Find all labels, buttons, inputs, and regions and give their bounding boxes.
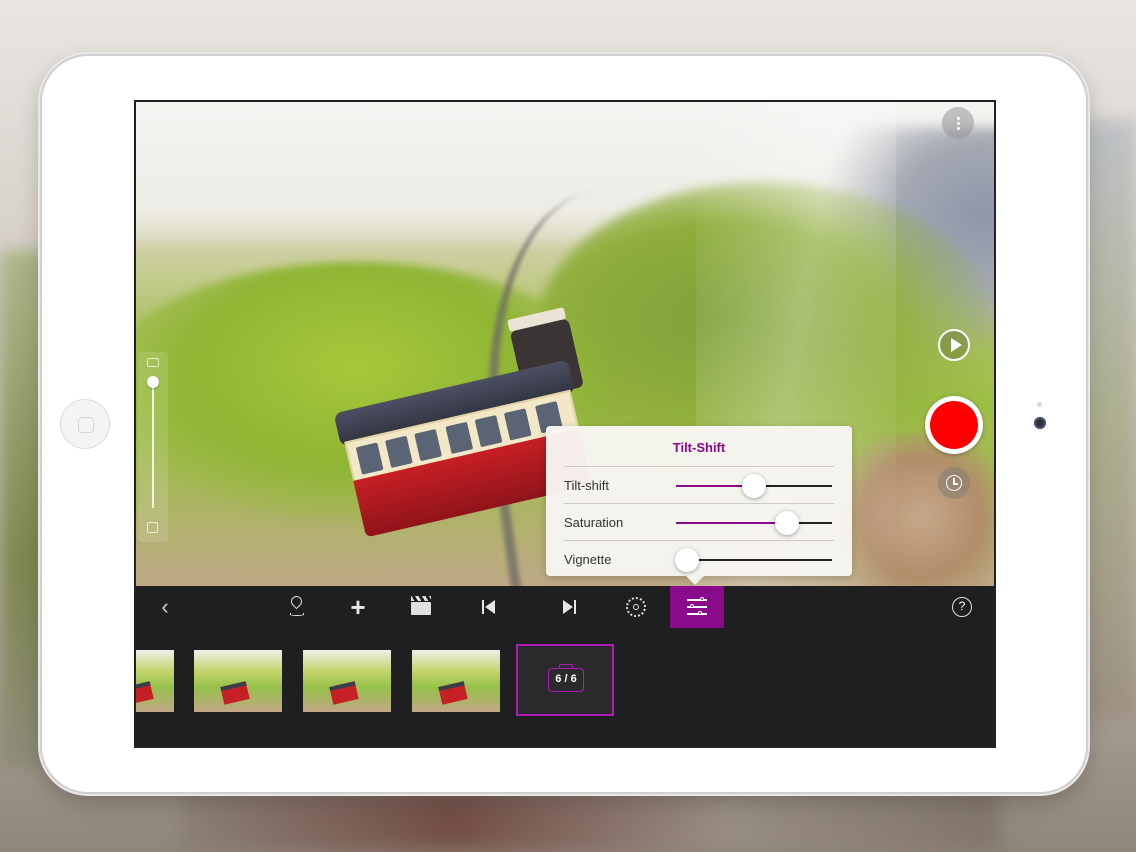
skip-forward-icon[interactable] [549,586,591,628]
timer-button[interactable] [938,467,970,499]
camera-icon [147,358,159,367]
tilt-shift-row: Tilt-shift [564,466,834,504]
help-button[interactable]: ? [941,586,983,628]
filmstrip: 6 / 6 [136,630,994,746]
saturation-slider[interactable] [676,511,832,535]
current-photo-slot[interactable]: 6 / 6 [516,644,614,716]
home-button-glyph [78,417,94,433]
vignette-slider[interactable] [674,548,832,572]
zoom-track[interactable] [152,378,154,508]
front-camera [1034,417,1046,429]
zoom-knob[interactable] [147,376,159,388]
thumbnail[interactable] [194,650,282,712]
tilt-shift-slider[interactable] [676,474,832,498]
record-icon [930,401,978,449]
tilt-shift-label: Tilt-shift [564,478,610,493]
home-button[interactable] [60,399,110,449]
vignette-label: Vignette [564,552,612,567]
vignette-row: Vignette [564,540,834,578]
app-screen: Tilt-Shift Tilt-shift Saturation Vignett… [134,100,996,748]
thumbnail[interactable] [303,650,391,712]
record-button[interactable] [925,396,983,454]
saturation-label: Saturation [564,515,624,530]
bottom-toolbar: ‹ + ? [136,586,994,630]
saturation-knob[interactable] [774,511,799,535]
thumbnail[interactable] [412,650,500,712]
background-blur-bottom [180,790,1000,852]
photo-count: 6 / 6 [555,673,577,685]
map-pin-icon[interactable] [276,586,318,628]
gear-icon[interactable] [615,586,657,628]
clapperboard-icon[interactable] [399,586,441,628]
plus-icon[interactable]: + [337,586,379,628]
proximity-sensor [1037,402,1042,407]
thumbnail[interactable] [136,650,174,712]
more-options-button[interactable] [942,107,974,139]
zoom-slider[interactable] [138,352,168,542]
help-icon: ? [952,597,972,617]
camera-viewfinder: Tilt-Shift Tilt-shift Saturation Vignett… [136,102,994,586]
skip-back-icon[interactable] [467,586,509,628]
tilt-shift-popover: Tilt-Shift Tilt-shift Saturation Vignett… [546,426,852,585]
play-icon[interactable] [938,329,970,361]
tilt-shift-knob[interactable] [742,474,766,498]
chevron-left-icon[interactable]: ‹ [144,586,186,628]
vignette-knob[interactable] [674,548,699,572]
sliders-icon[interactable] [670,586,724,628]
popover-title: Tilt-Shift [672,440,726,455]
frame-icon [147,522,158,533]
popover-arrow [686,576,704,585]
saturation-row: Saturation [564,503,834,541]
